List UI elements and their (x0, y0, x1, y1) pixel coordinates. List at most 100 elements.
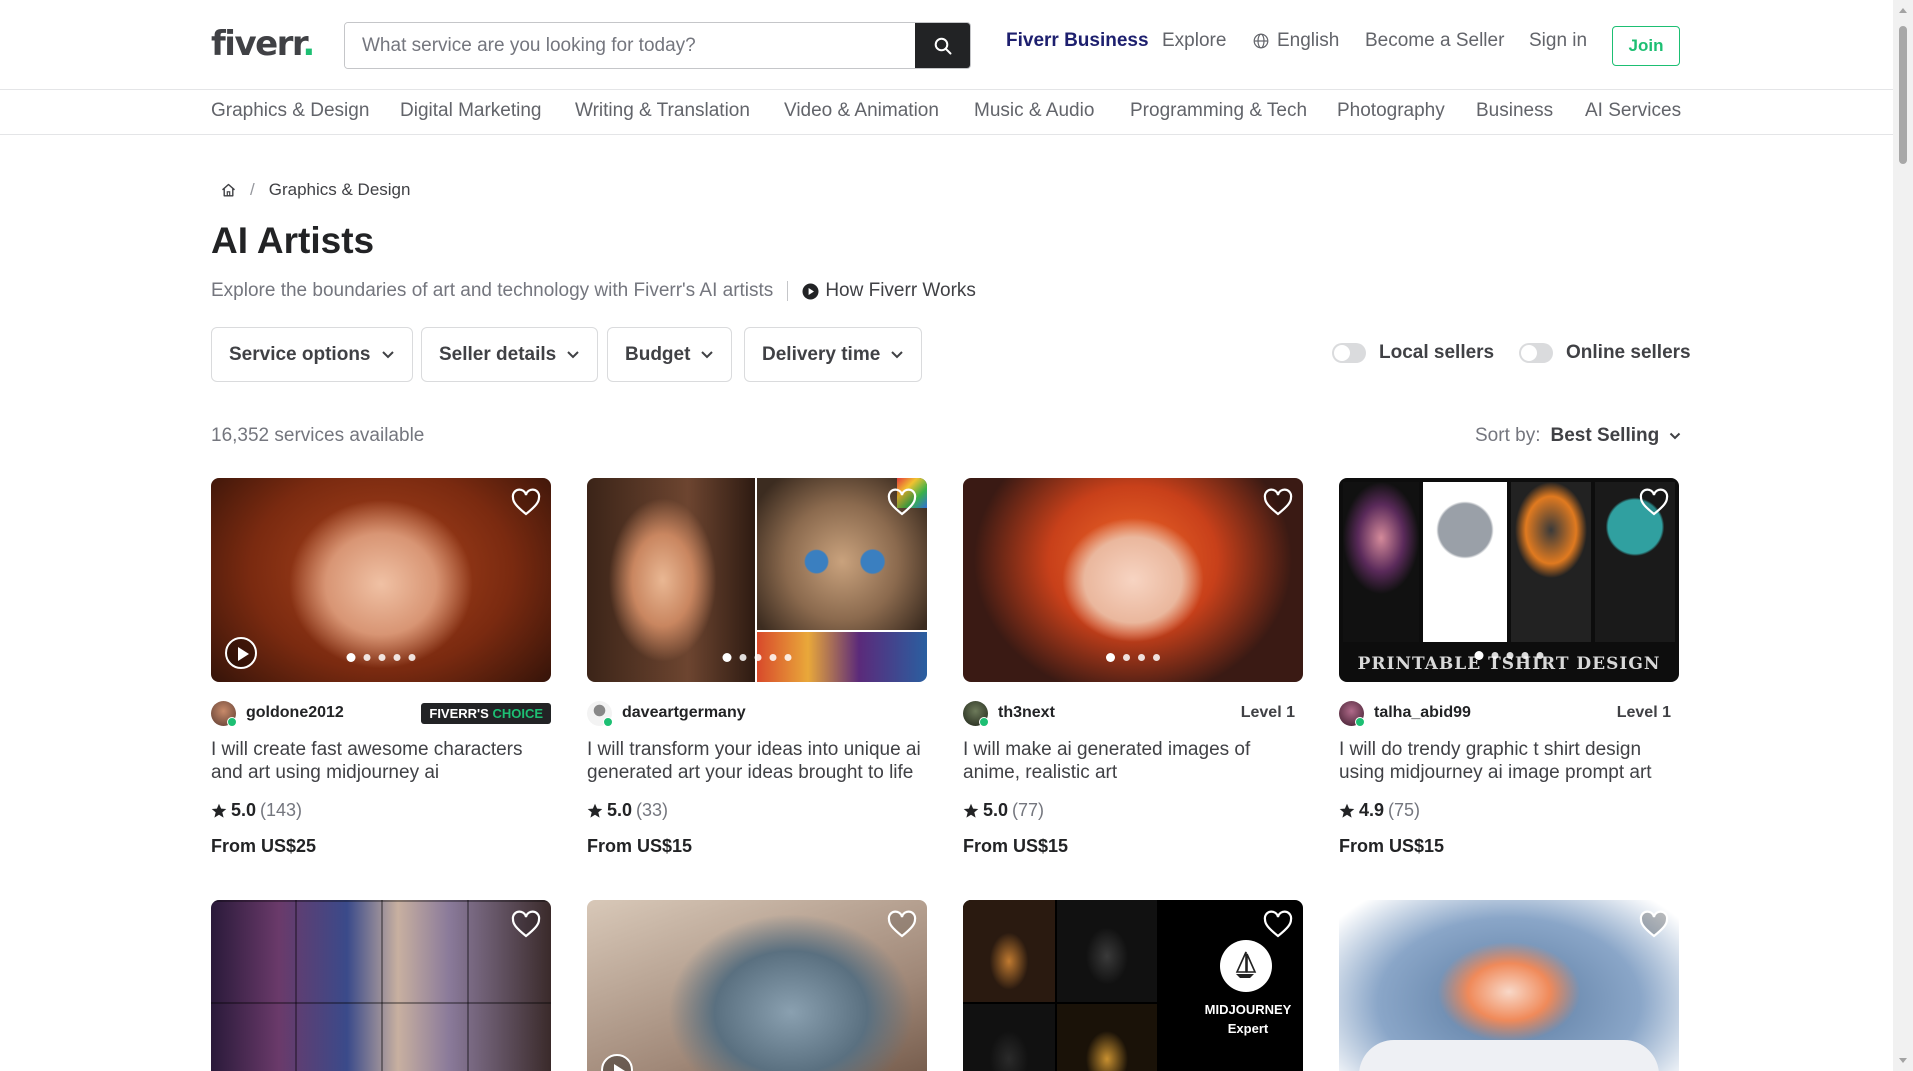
chevron-down-icon (381, 351, 394, 359)
gig-card[interactable]: goldone2012 FIVERR'S CHOICE I will creat… (211, 478, 551, 856)
scroll-down-arrow[interactable] (1899, 1058, 1907, 1063)
sort-label: Sort by: (1475, 425, 1541, 446)
page-subtitle: Explore the boundaries of art and techno… (211, 280, 774, 301)
gig-price[interactable]: From US$25 (211, 836, 316, 857)
thumb-bottle-2 (1057, 900, 1157, 1002)
category-ai-services[interactable]: AI Services (1585, 100, 1681, 122)
gig-thumbnail[interactable]: PRINTABLE TSHIRT DESIGN (1339, 478, 1679, 682)
scroll-up-arrow[interactable] (1899, 8, 1907, 13)
filter-service-options[interactable]: Service options (211, 327, 413, 382)
gig-thumbnail[interactable] (211, 900, 551, 1071)
category-business[interactable]: Business (1476, 100, 1553, 122)
heart-icon[interactable] (887, 910, 917, 940)
site-header: fiverr. Fiverr Business Explore English … (0, 0, 1893, 90)
gig-title[interactable]: I will transform your ideas into unique … (587, 738, 927, 784)
avatar[interactable] (587, 700, 613, 727)
nav-sign-in[interactable]: Sign in (1529, 30, 1587, 52)
sort-control[interactable]: Sort by: Best Selling (1475, 425, 1681, 447)
gig-thumbnail[interactable]: MIDJOURNEY Expert (963, 900, 1303, 1071)
heart-icon[interactable] (1263, 488, 1293, 518)
nav-become-seller[interactable]: Become a Seller (1365, 30, 1504, 52)
play-video-button[interactable] (601, 1054, 633, 1071)
nav-explore[interactable]: Explore (1162, 30, 1226, 52)
seller-name[interactable]: goldone2012 (246, 704, 344, 722)
gig-thumbnail[interactable] (963, 478, 1303, 682)
seller-name[interactable]: talha_abid99 (1374, 704, 1471, 722)
fiverr-logo[interactable]: fiverr. (211, 24, 315, 64)
category-graphics-design[interactable]: Graphics & Design (211, 100, 369, 122)
category-nav: Graphics & Design Digital Marketing Writ… (0, 91, 1893, 135)
heart-icon[interactable] (887, 488, 917, 518)
search-bar (344, 22, 971, 69)
heart-icon[interactable] (1639, 488, 1669, 518)
gig-card[interactable]: MIDJOURNEY Expert (963, 900, 1303, 1071)
carousel-dots[interactable] (722, 653, 792, 662)
category-programming-tech[interactable]: Programming & Tech (1130, 100, 1307, 122)
local-sellers-toggle-group: Local sellers (1332, 342, 1494, 364)
star-icon (1339, 803, 1355, 818)
carousel-dots[interactable] (346, 653, 416, 662)
rating-value: 5.0 (231, 800, 257, 820)
avatar[interactable] (211, 700, 237, 727)
gig-rating: 5.0 (33) (587, 800, 668, 821)
filter-delivery-time[interactable]: Delivery time (744, 327, 923, 382)
review-count: (75) (1388, 800, 1421, 820)
gig-title[interactable]: I will make ai generated images of anime… (963, 738, 1303, 784)
how-fiverr-works-link[interactable]: How Fiverr Works (802, 280, 976, 302)
gig-thumbnail[interactable] (587, 900, 927, 1071)
gig-title[interactable]: I will do trendy graphic t shirt design … (1339, 738, 1679, 784)
page-scrollbar[interactable] (1893, 0, 1913, 1071)
home-icon[interactable] (221, 183, 236, 197)
chevron-down-icon (701, 351, 714, 359)
avatar[interactable] (1339, 700, 1365, 727)
category-writing-translation[interactable]: Writing & Translation (575, 100, 750, 122)
category-music-audio[interactable]: Music & Audio (974, 100, 1094, 122)
join-button[interactable]: Join (1612, 26, 1680, 66)
search-input[interactable] (345, 23, 917, 68)
play-video-button[interactable] (225, 637, 257, 669)
category-video-animation[interactable]: Video & Animation (784, 100, 939, 122)
gig-price[interactable]: From US$15 (1339, 836, 1444, 857)
gig-card[interactable] (587, 900, 927, 1071)
heart-icon[interactable] (511, 910, 541, 940)
gig-card[interactable] (211, 900, 551, 1071)
nav-language[interactable]: English (1253, 30, 1339, 52)
gig-thumbnail[interactable] (211, 478, 551, 682)
carousel-dots[interactable] (1474, 651, 1544, 660)
seller-name[interactable]: daveartgermany (622, 704, 746, 722)
category-photography[interactable]: Photography (1337, 100, 1445, 122)
avatar[interactable] (963, 700, 989, 727)
seller-info: goldone2012 FIVERR'S CHOICE (211, 700, 551, 727)
filter-seller-details[interactable]: Seller details (421, 327, 599, 382)
gig-thumbnail[interactable] (587, 478, 927, 682)
breadcrumb: / Graphics & Design (221, 180, 410, 200)
thumb-neon-grid (211, 900, 551, 1071)
scrollbar-thumb[interactable] (1899, 26, 1907, 164)
gig-title[interactable]: I will create fast awesome characters an… (211, 738, 551, 784)
seller-level-badge: Level 1 (1240, 704, 1295, 721)
gig-card[interactable]: th3next Level 1 I will make ai generated… (963, 478, 1303, 856)
gig-card[interactable]: PRINTABLE TSHIRT DESIGN talha_abid99 Lev… (1339, 478, 1679, 856)
midjourney-line1: MIDJOURNEY (1204, 1002, 1292, 1017)
online-sellers-toggle[interactable] (1519, 343, 1553, 363)
seller-name[interactable]: th3next (998, 704, 1055, 722)
gig-card[interactable] (1339, 900, 1679, 1071)
heart-icon[interactable] (511, 488, 541, 518)
thumb-pillow (1359, 1040, 1659, 1071)
gig-card[interactable]: daveartgermany I will transform your ide… (587, 478, 927, 856)
carousel-dots[interactable] (1106, 653, 1160, 662)
nav-fiverr-business[interactable]: Fiverr Business (1006, 30, 1149, 52)
rating-value: 5.0 (983, 800, 1009, 820)
breadcrumb-graphics-design[interactable]: Graphics & Design (269, 180, 411, 200)
heart-icon[interactable] (1263, 910, 1293, 940)
search-button[interactable] (915, 23, 970, 68)
gig-thumbnail[interactable] (1339, 900, 1679, 1071)
category-digital-marketing[interactable]: Digital Marketing (400, 100, 542, 122)
subtitle-divider (787, 281, 789, 301)
gig-price[interactable]: From US$15 (963, 836, 1068, 857)
heart-icon[interactable] (1639, 910, 1669, 940)
gig-price[interactable]: From US$15 (587, 836, 692, 857)
local-sellers-toggle[interactable] (1332, 343, 1366, 363)
filter-budget[interactable]: Budget (607, 327, 733, 382)
star-icon (963, 803, 979, 818)
